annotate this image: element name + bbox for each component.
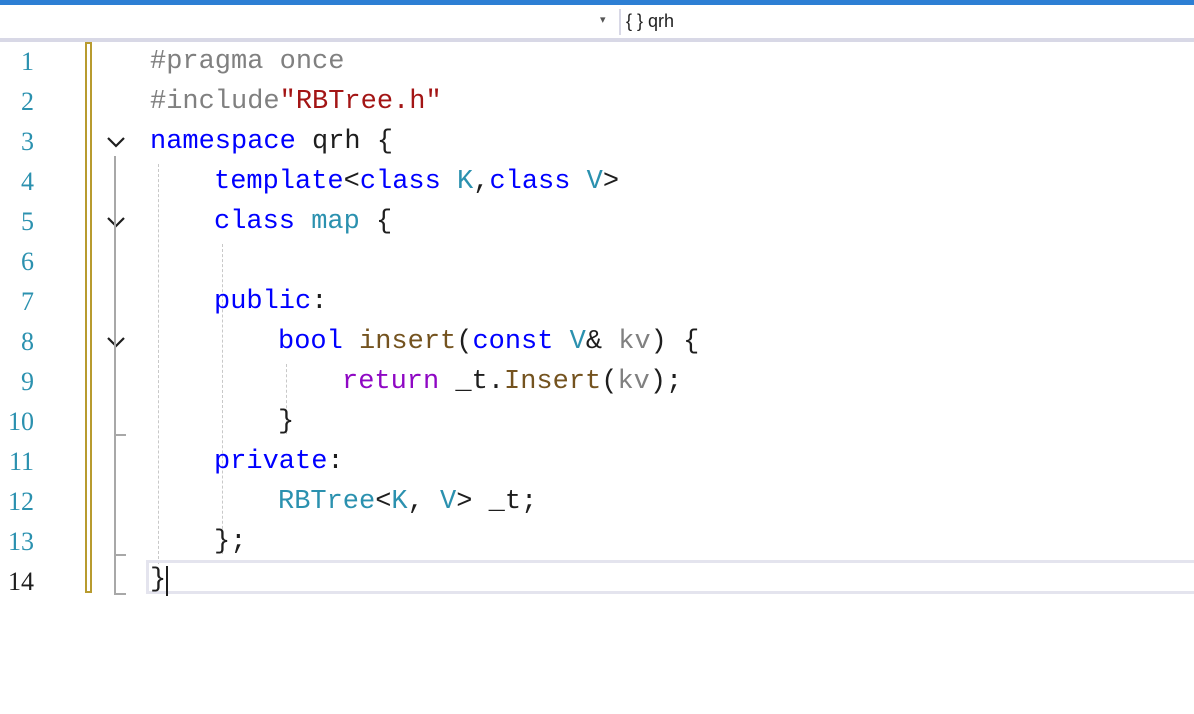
keyword: const [472, 327, 554, 357]
line-number: 11 [8, 447, 34, 476]
keyword: namespace [150, 127, 296, 157]
preprocessor-directive: #include [150, 87, 280, 117]
code-line-1: #pragma once [150, 42, 344, 82]
scope-selector[interactable]: { } qrh [626, 11, 674, 32]
include-path-string: "RBTree.h" [279, 87, 442, 117]
type-param: V [440, 487, 457, 517]
keyword: bool [278, 327, 343, 357]
line-number: 12 [8, 487, 34, 516]
preprocessor-directive: #pragma once [150, 47, 345, 77]
punctuation: ); [649, 367, 683, 397]
access-specifier: public [214, 287, 312, 317]
code-line-9: return _t.Insert(kv); [342, 362, 682, 402]
keyword: class [359, 167, 441, 197]
keyword: class [214, 207, 296, 237]
punctuation: ( [456, 327, 473, 357]
line-number: 4 [21, 167, 34, 196]
line-number: 8 [21, 327, 34, 356]
nav-separator [619, 9, 621, 35]
change-tracking-bar [85, 42, 92, 593]
code-line-3: namespace qrh { [150, 122, 393, 162]
member-variable: _t; [488, 487, 538, 517]
punctuation: , [407, 487, 441, 517]
code-line-13: }; [214, 522, 246, 562]
line-number: 10 [8, 407, 34, 436]
code-line-7: public: [214, 282, 327, 322]
line-number: 6 [21, 247, 34, 276]
code-line-14: } [150, 560, 166, 600]
punctuation: : [327, 447, 344, 477]
member-access: _t. [439, 367, 505, 397]
fold-region-line [114, 156, 116, 594]
line-number: 7 [21, 287, 34, 316]
type-param: K [440, 167, 474, 197]
chevron-down-icon[interactable] [104, 210, 128, 234]
line-number: 1 [21, 47, 34, 76]
parameter: kv [618, 327, 651, 357]
parameter: kv [617, 367, 650, 397]
code-line-11: private: [214, 442, 344, 482]
type-param: K [391, 487, 408, 517]
line-number-active: 14 [8, 567, 34, 596]
closing-brace: } [150, 565, 167, 595]
fold-region-end [114, 554, 126, 556]
navigation-bar: ▾ { } qrh [0, 5, 1194, 42]
code-line-4: template<class K,class V> [214, 162, 619, 202]
indent-guide [158, 164, 159, 564]
punctuation: & [585, 327, 619, 357]
code-line-8: bool insert(const V& kv) { [278, 322, 699, 362]
line-number: 9 [21, 367, 34, 396]
chevron-down-icon[interactable] [104, 130, 128, 154]
function-name: insert [342, 327, 457, 357]
current-line-highlight [146, 560, 1194, 594]
code-line-10: } [278, 402, 294, 442]
keyword: class [489, 167, 571, 197]
text-caret [166, 566, 168, 596]
punctuation: < [375, 487, 392, 517]
line-number: 3 [21, 127, 34, 156]
line-number: 5 [21, 207, 34, 236]
scope-dropdown-icon[interactable]: ▾ [600, 13, 606, 26]
code-line-12: RBTree<K, V> _t; [278, 482, 537, 522]
punctuation: { [359, 207, 393, 237]
class-name: map [295, 207, 360, 237]
punctuation: > [602, 167, 620, 197]
chevron-down-icon[interactable] [104, 330, 128, 354]
control-keyword: return [342, 367, 440, 397]
fold-region-end [114, 434, 126, 436]
access-specifier: private [214, 447, 328, 477]
function-name: Insert [504, 367, 602, 397]
code-line-2: #include"RBTree.h" [150, 82, 442, 122]
closing-brace: } [278, 407, 295, 437]
class-name: RBTree [278, 487, 376, 517]
fold-region-end [114, 593, 126, 595]
punctuation: > [456, 487, 489, 517]
punctuation: ( [601, 367, 618, 397]
namespace-name: qrh { [295, 127, 394, 157]
line-number: 2 [21, 87, 34, 116]
closing-brace: }; [214, 527, 247, 557]
punctuation: , [473, 167, 490, 197]
code-line-5: class map { [214, 202, 392, 242]
punctuation: ) { [650, 327, 700, 357]
punctuation: : [311, 287, 328, 317]
type-param: V [553, 327, 586, 357]
punctuation: < [343, 167, 360, 197]
code-editor[interactable]: 1 2 3 4 5 6 7 8 9 10 11 12 13 14 #pragma… [0, 42, 1194, 602]
type-param: V [570, 167, 603, 197]
line-number: 13 [8, 527, 34, 556]
keyword: template [214, 167, 344, 197]
